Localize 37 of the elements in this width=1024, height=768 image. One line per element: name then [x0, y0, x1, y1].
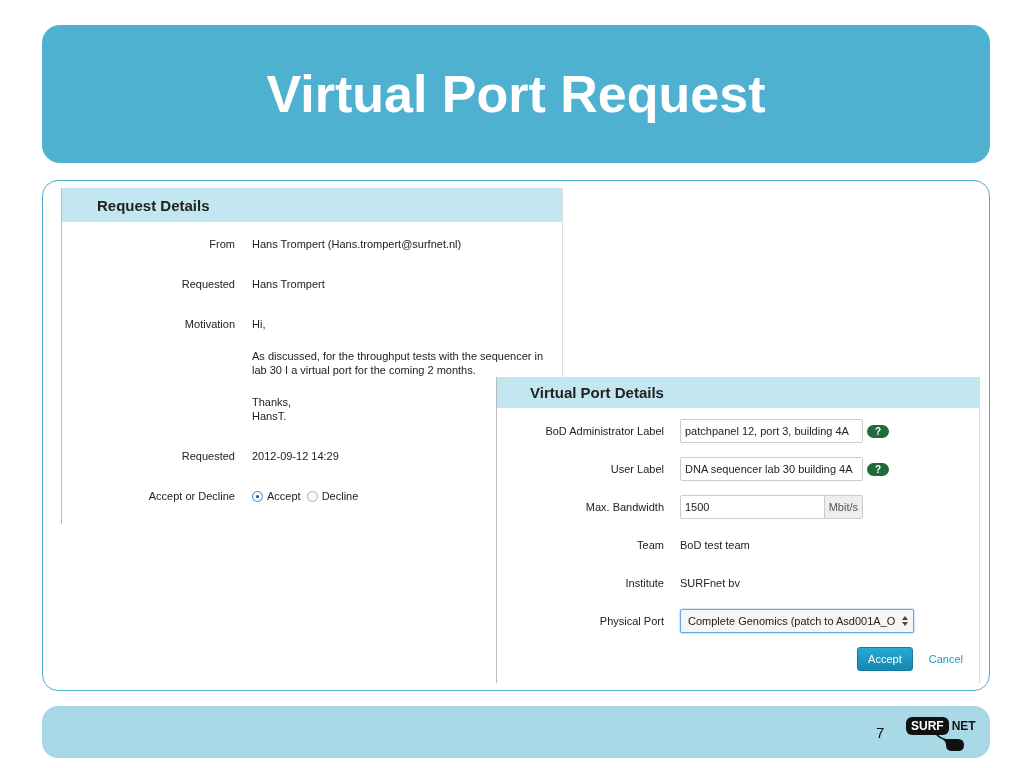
message-text: HansT. [252, 409, 288, 423]
field-label: Team [636, 538, 664, 553]
field-label: Accept or Decline [147, 489, 235, 503]
help-badge[interactable]: ? [867, 424, 889, 438]
field-value: Hans Trompert (Hans.trompert@surfnet.nl) [252, 237, 463, 251]
field-label: BoD Administrator Label [544, 424, 664, 439]
panel-title: Virtual Port Details [530, 384, 664, 401]
input-field[interactable]: patchpanel 12, port 3, building 4A [680, 419, 863, 443]
field-label: Requested [180, 277, 235, 291]
logo-text: SURF [906, 717, 949, 735]
field-label: From [208, 237, 235, 251]
slide-title: Virtual Port Request [266, 64, 766, 124]
message-text: As discussed, for the throughput tests with the sequencer in lab 30 I a virtual port for the coming 2 months. [252, 349, 545, 377]
field-label: User Label [609, 462, 664, 477]
field-label: Motivation [183, 317, 235, 332]
input-field[interactable]: DNA sequencer lab 30 building 4A [680, 457, 863, 481]
logo-text: NET [951, 719, 976, 733]
field-value: Hans Trompert [252, 277, 326, 291]
field-value: SURFnet bv [680, 576, 741, 591]
panel-title: Request Details [97, 196, 210, 214]
message-text: Thanks, [252, 395, 293, 409]
help-badge[interactable]: ? [867, 462, 889, 476]
field-label: Max. Bandwidth [584, 500, 664, 515]
port-dropdown[interactable]: Complete Genomics (patch to Asd001A_O [680, 609, 914, 633]
field-label: Physical Port [598, 614, 664, 629]
radio-label[interactable]: Decline [321, 489, 359, 503]
field-value: 2012-09-12 14:29 [252, 449, 340, 463]
radio-button[interactable] [252, 490, 263, 502]
bandwidth-field[interactable]: 1500 Mbit/s [680, 495, 863, 519]
page-number: 7 [876, 724, 885, 741]
message-text: Hi, [252, 317, 267, 331]
field-label: Requested [180, 449, 235, 463]
radio-label[interactable]: Accept [267, 489, 301, 503]
field-label: Institute [624, 576, 664, 591]
field-value: BoD test team [680, 538, 751, 553]
up-down-icon [902, 616, 908, 626]
radio-button[interactable] [306, 490, 318, 502]
